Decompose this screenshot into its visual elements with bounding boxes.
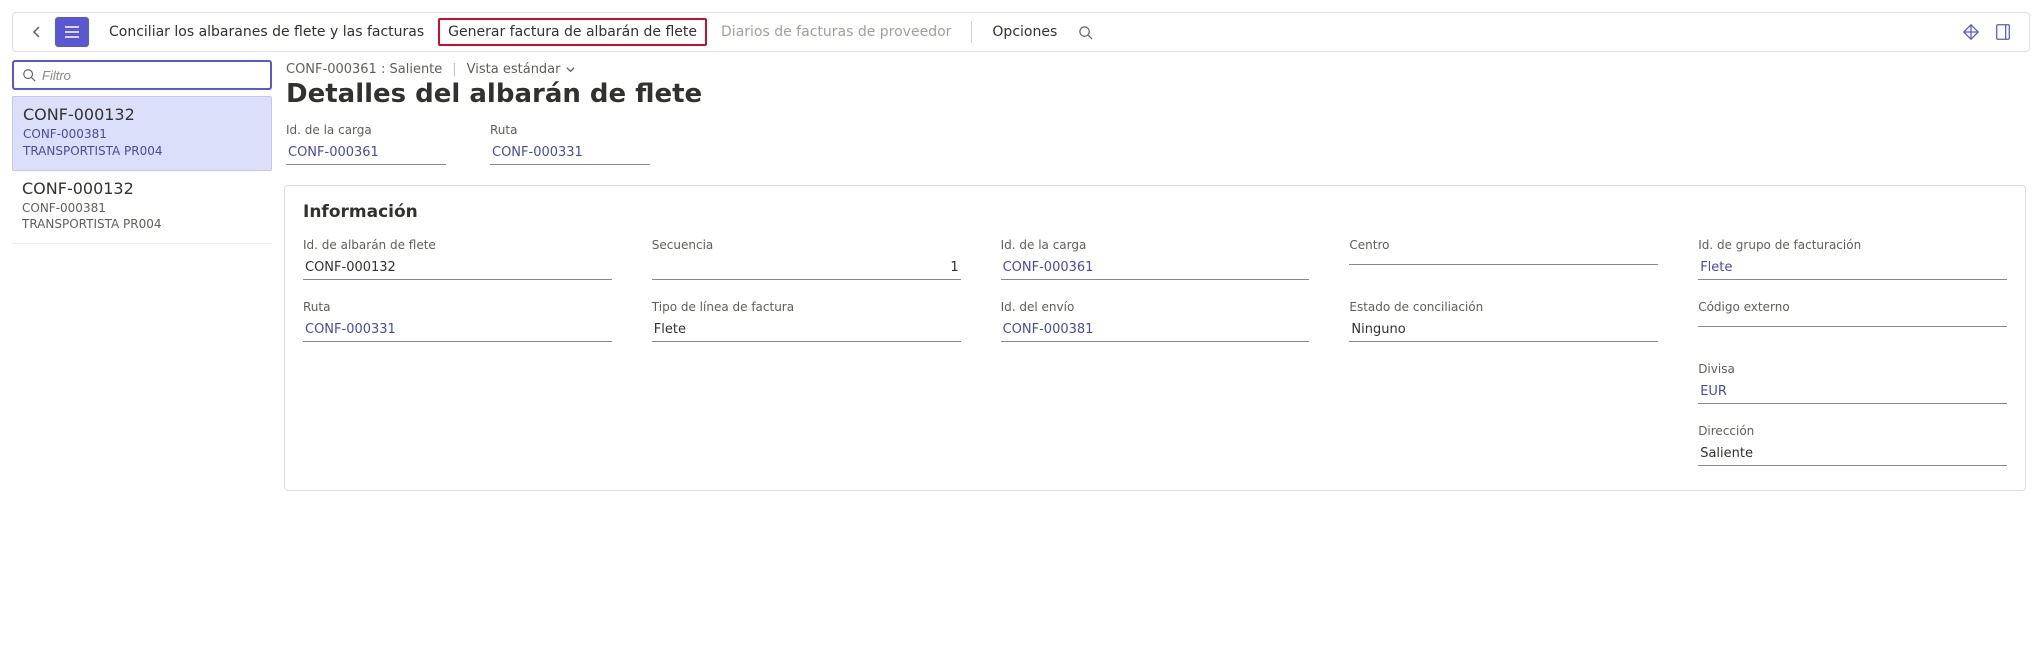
field-label: Tipo de línea de factura (652, 300, 961, 314)
line-type-field[interactable]: Flete (652, 318, 961, 342)
field-label: Secuencia (652, 238, 961, 252)
sidebar: CONF-000132 CONF-000381 TRANSPORTISTA PR… (12, 60, 272, 244)
field-label: Dirección (1698, 424, 2007, 438)
load-id-field[interactable]: CONF-000361 (1001, 256, 1310, 280)
route-field[interactable]: CONF-000331 (490, 141, 650, 165)
ext-code-field[interactable] (1698, 318, 2007, 327)
back-button[interactable] (25, 20, 49, 44)
filter-input[interactable] (42, 68, 262, 83)
content-pane: CONF-000361 : Saliente | Vista estándar … (284, 60, 2030, 491)
cmd-reconcile[interactable]: Conciliar los albaranes de flete y las f… (99, 18, 434, 46)
list-item-sub: CONF-000381 (23, 126, 261, 143)
diamond-icon (1962, 23, 1980, 41)
list-item-sub: TRANSPORTISTA PR004 (22, 216, 262, 233)
field-label: Id. del envío (1001, 300, 1310, 314)
route-field[interactable]: CONF-000331 (303, 318, 612, 342)
cmd-options[interactable]: Opciones (982, 18, 1067, 46)
search-icon (1078, 25, 1093, 40)
currency-field[interactable]: EUR (1698, 380, 2007, 404)
direction-field[interactable]: Saliente (1698, 442, 2007, 466)
office-icon (1994, 23, 2012, 41)
breadcrumb: CONF-000361 : Saliente | Vista estándar (286, 62, 2030, 77)
list-item-sub: TRANSPORTISTA PR004 (23, 143, 261, 160)
menu-button[interactable] (55, 17, 89, 47)
list-item-sub: CONF-000381 (22, 200, 262, 217)
cmd-vendor-invoice-journals: Diarios de facturas de proveedor (711, 18, 961, 46)
hamburger-icon (64, 25, 80, 39)
field-label: Centro (1349, 238, 1658, 252)
field-label: Id. de la carga (1001, 238, 1310, 252)
field-label: Divisa (1698, 362, 2007, 376)
list-item-title: CONF-000132 (22, 179, 262, 198)
field-label: Ruta (490, 123, 650, 137)
field-label: Ruta (303, 300, 612, 314)
view-selector[interactable]: Vista estándar (467, 62, 576, 77)
sequence-field[interactable]: 1 (652, 256, 961, 280)
view-label: Vista estándar (467, 62, 561, 77)
billing-group-field[interactable]: Flete (1698, 256, 2007, 280)
search-icon (22, 68, 36, 82)
separator: | (452, 62, 456, 77)
field-label: Estado de conciliación (1349, 300, 1658, 314)
list-item[interactable]: CONF-000132 CONF-000381 TRANSPORTISTA PR… (12, 171, 272, 245)
field-label: Código externo (1698, 300, 2007, 314)
app-bar: Conciliar los albaranes de flete y las f… (12, 12, 2030, 52)
dataverse-button[interactable] (1957, 18, 1985, 46)
list-item[interactable]: CONF-000132 CONF-000381 TRANSPORTISTA PR… (12, 96, 272, 171)
filter-field[interactable] (12, 60, 272, 90)
arrow-left-icon (29, 24, 45, 40)
breadcrumb-id: CONF-000361 : Saliente (286, 62, 442, 77)
office-button[interactable] (1989, 18, 2017, 46)
page-title: Detalles del albarán de flete (286, 79, 2030, 109)
field-label: Id. de grupo de facturación (1698, 238, 2007, 252)
section-title: Información (303, 202, 2007, 222)
header-fields: Id. de la carga CONF-000361 Ruta CONF-00… (284, 123, 2030, 185)
list-item-title: CONF-000132 (23, 105, 261, 124)
chevron-down-icon (565, 64, 576, 75)
field-label: Id. de la carga (286, 123, 446, 137)
load-id-field[interactable]: CONF-000361 (286, 141, 446, 165)
search-button[interactable] (1071, 18, 1099, 46)
recon-status-field[interactable]: Ninguno (1349, 318, 1658, 342)
info-section: Información Id. de albarán de flete CONF… (284, 185, 2026, 491)
center-field[interactable] (1349, 256, 1658, 265)
cmd-generate-invoice[interactable]: Generar factura de albarán de flete (438, 18, 707, 46)
freight-bill-id-field[interactable]: CONF-000132 (303, 256, 612, 280)
separator (971, 21, 972, 43)
ship-id-field[interactable]: CONF-000381 (1001, 318, 1310, 342)
field-label: Id. de albarán de flete (303, 238, 612, 252)
